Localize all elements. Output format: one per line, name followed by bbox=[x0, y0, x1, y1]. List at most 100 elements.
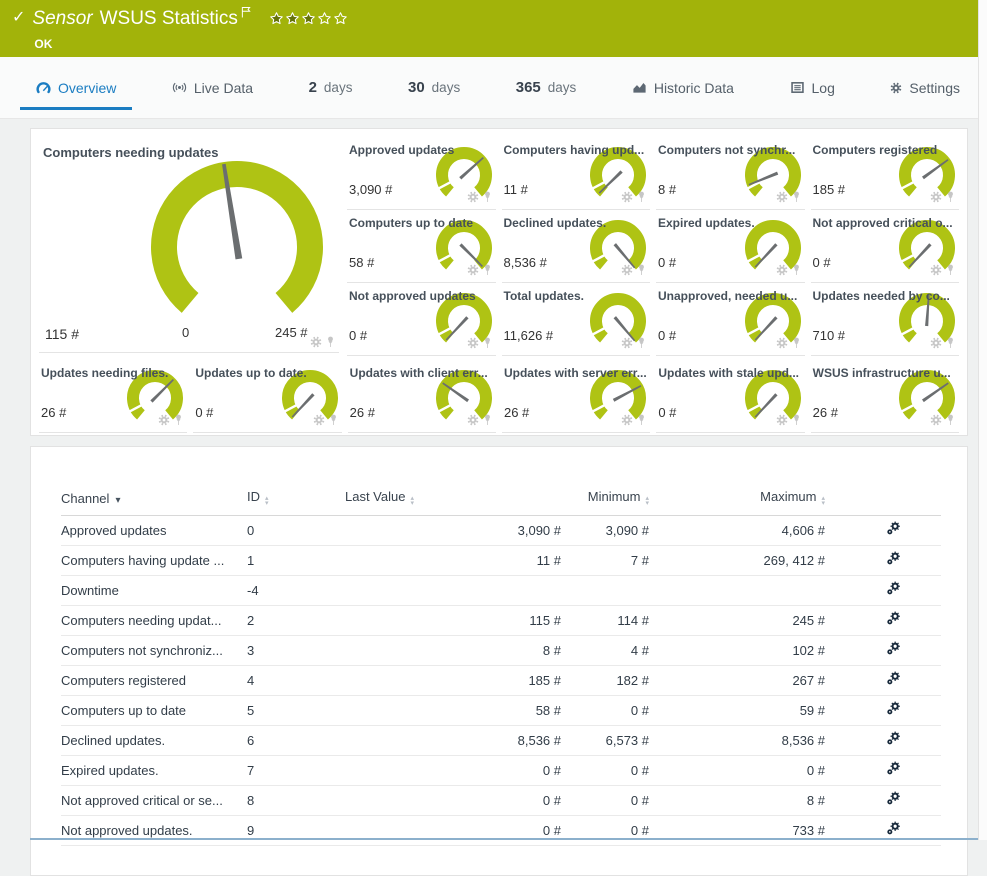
pin-icon[interactable] bbox=[792, 337, 801, 349]
tab-label: days bbox=[432, 80, 461, 95]
gauge-settings-icon[interactable] bbox=[930, 337, 942, 349]
column-label: Channel bbox=[61, 491, 109, 506]
pin-icon[interactable] bbox=[637, 337, 646, 349]
gauge-settings-icon[interactable] bbox=[310, 336, 322, 348]
channel-settings-icon[interactable] bbox=[886, 521, 901, 536]
pin-icon[interactable] bbox=[946, 264, 955, 276]
gauge-tile: Updates with server err... 26 # bbox=[502, 360, 650, 433]
cell-id: 5 bbox=[247, 695, 345, 725]
column-header-minimum[interactable]: Minimum▴▾ bbox=[561, 481, 649, 515]
pin-icon[interactable] bbox=[792, 191, 801, 203]
channel-settings-icon[interactable] bbox=[886, 611, 901, 626]
table-row[interactable]: Expired updates. 7 0 # 0 # 0 # bbox=[61, 755, 941, 785]
gauge-settings-icon[interactable] bbox=[930, 264, 942, 276]
tab-30-days[interactable]: 30 days bbox=[402, 57, 466, 118]
tab-365-days[interactable]: 365days bbox=[510, 57, 583, 118]
channel-settings-icon[interactable] bbox=[886, 701, 901, 716]
gauge-settings-icon[interactable] bbox=[776, 414, 788, 426]
cell-minimum: 3,090 # bbox=[561, 515, 649, 545]
channel-settings-icon[interactable] bbox=[886, 551, 901, 566]
sort-both-icon: ▴▾ bbox=[821, 496, 825, 506]
pin-icon[interactable] bbox=[946, 414, 955, 426]
gauge-value: 58 # bbox=[349, 255, 374, 270]
table-row[interactable]: Downtime -4 bbox=[61, 575, 941, 605]
column-header-maximum[interactable]: Maximum▴▾ bbox=[649, 481, 825, 515]
table-row[interactable]: Approved updates 0 3,090 # 3,090 # 4,606… bbox=[61, 515, 941, 545]
pin-icon[interactable] bbox=[792, 264, 801, 276]
table-row[interactable]: Computers having update ... 1 11 # 7 # 2… bbox=[61, 545, 941, 575]
cell-minimum: 4 # bbox=[561, 635, 649, 665]
pin-icon[interactable] bbox=[946, 191, 955, 203]
gauge-tile: Computers registered 185 # bbox=[811, 137, 960, 210]
gauge-tile: Updates up to date. 0 # bbox=[193, 360, 341, 433]
channel-settings-icon[interactable] bbox=[886, 821, 901, 836]
sensor-title-block: Sensor WSUS Statistics OK bbox=[32, 9, 348, 51]
gauge-title: Expired updates. bbox=[658, 216, 755, 230]
table-row[interactable]: Computers up to date 5 58 # 0 # 59 # bbox=[61, 695, 941, 725]
flag-icon[interactable] bbox=[241, 6, 251, 18]
gauge-tile: Computers not synchr... 8 # bbox=[656, 137, 805, 210]
gauge-settings-icon[interactable] bbox=[467, 264, 479, 276]
gauge-settings-icon[interactable] bbox=[467, 191, 479, 203]
gauge-settings-icon[interactable] bbox=[621, 191, 633, 203]
table-row[interactable]: Not approved critical or se... 8 0 # 0 #… bbox=[61, 785, 941, 815]
pin-icon[interactable] bbox=[483, 191, 492, 203]
gauge-settings-icon[interactable] bbox=[621, 264, 633, 276]
tab-overview[interactable]: Overview bbox=[30, 57, 122, 118]
channel-settings-icon[interactable] bbox=[886, 641, 901, 656]
gauge-settings-icon[interactable] bbox=[776, 337, 788, 349]
table-row[interactable]: Declined updates. 6 8,536 # 6,573 # 8,53… bbox=[61, 725, 941, 755]
column-header-channel[interactable]: Channel▾ bbox=[61, 481, 247, 515]
gauge-settings-icon[interactable] bbox=[776, 191, 788, 203]
table-row[interactable]: Computers not synchroniz... 3 8 # 4 # 10… bbox=[61, 635, 941, 665]
channel-settings-icon[interactable] bbox=[886, 581, 901, 596]
gauge-settings-icon[interactable] bbox=[930, 414, 942, 426]
star-icon[interactable] bbox=[333, 11, 348, 26]
channel-settings-icon[interactable] bbox=[886, 761, 901, 776]
channel-settings-icon[interactable] bbox=[886, 791, 901, 806]
channel-settings-icon[interactable] bbox=[886, 731, 901, 746]
scrollbar-track[interactable] bbox=[978, 0, 987, 840]
pin-icon[interactable] bbox=[946, 337, 955, 349]
gauge-settings-icon[interactable] bbox=[776, 264, 788, 276]
tab-live-data[interactable]: Live Data bbox=[166, 57, 259, 118]
cell-last-value: 0 # bbox=[345, 785, 561, 815]
pin-icon[interactable] bbox=[326, 336, 335, 348]
tab-2-days[interactable]: 2days bbox=[303, 57, 359, 118]
pin-icon[interactable] bbox=[637, 191, 646, 203]
star-icon[interactable] bbox=[269, 11, 284, 26]
cell-minimum: 182 # bbox=[561, 665, 649, 695]
column-header-last-value[interactable]: Last Value▴▾ bbox=[345, 481, 561, 515]
pin-icon[interactable] bbox=[637, 264, 646, 276]
gauge-settings-icon[interactable] bbox=[621, 337, 633, 349]
cell-minimum: 0 # bbox=[561, 755, 649, 785]
gauge-settings-icon[interactable] bbox=[621, 414, 633, 426]
gauge-settings-icon[interactable] bbox=[467, 337, 479, 349]
gauge-settings-icon[interactable] bbox=[313, 414, 325, 426]
pin-icon[interactable] bbox=[483, 337, 492, 349]
gauge-settings-icon[interactable] bbox=[158, 414, 170, 426]
channel-settings-icon[interactable] bbox=[886, 671, 901, 686]
pin-icon[interactable] bbox=[329, 414, 338, 426]
pin-icon[interactable] bbox=[792, 414, 801, 426]
pin-icon[interactable] bbox=[174, 414, 183, 426]
tab-settings[interactable]: Settings bbox=[884, 57, 966, 118]
pin-icon[interactable] bbox=[483, 414, 492, 426]
gauge-settings-icon[interactable] bbox=[930, 191, 942, 203]
table-row[interactable]: Not approved updates. 9 0 # 0 # 733 # bbox=[61, 815, 941, 845]
table-row[interactable]: Computers registered 4 185 # 182 # 267 # bbox=[61, 665, 941, 695]
star-icon[interactable] bbox=[285, 11, 300, 26]
cell-minimum: 7 # bbox=[561, 545, 649, 575]
star-icon[interactable] bbox=[317, 11, 332, 26]
star-icon[interactable] bbox=[301, 11, 316, 26]
tab-log[interactable]: Log bbox=[784, 57, 841, 118]
tab-historic-data[interactable]: Historic Data bbox=[626, 57, 740, 118]
tab-number: 30 bbox=[408, 79, 425, 96]
table-row[interactable]: Computers needing updat... 2 115 # 114 #… bbox=[61, 605, 941, 635]
pin-icon[interactable] bbox=[483, 264, 492, 276]
cell-minimum: 0 # bbox=[561, 695, 649, 725]
pin-icon[interactable] bbox=[637, 414, 646, 426]
column-header-id[interactable]: ID▴▾ bbox=[247, 481, 345, 515]
gauge-settings-icon[interactable] bbox=[467, 414, 479, 426]
tab-bar: Overview Live Data 2days 30 days 365days Histo… bbox=[0, 57, 978, 119]
